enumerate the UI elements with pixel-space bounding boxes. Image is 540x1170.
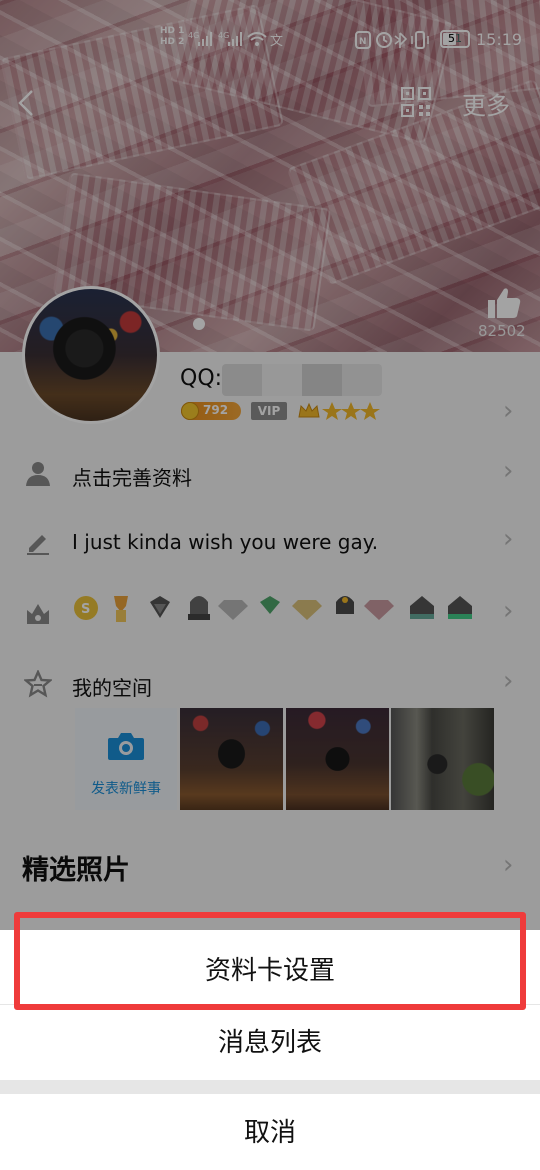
sheet-gap <box>0 1080 540 1094</box>
modal-overlay[interactable] <box>0 0 540 930</box>
highlight-frame <box>14 912 526 1010</box>
cancel-option[interactable]: 取消 <box>0 1112 540 1154</box>
message-list-option[interactable]: 消息列表 <box>0 1022 540 1064</box>
